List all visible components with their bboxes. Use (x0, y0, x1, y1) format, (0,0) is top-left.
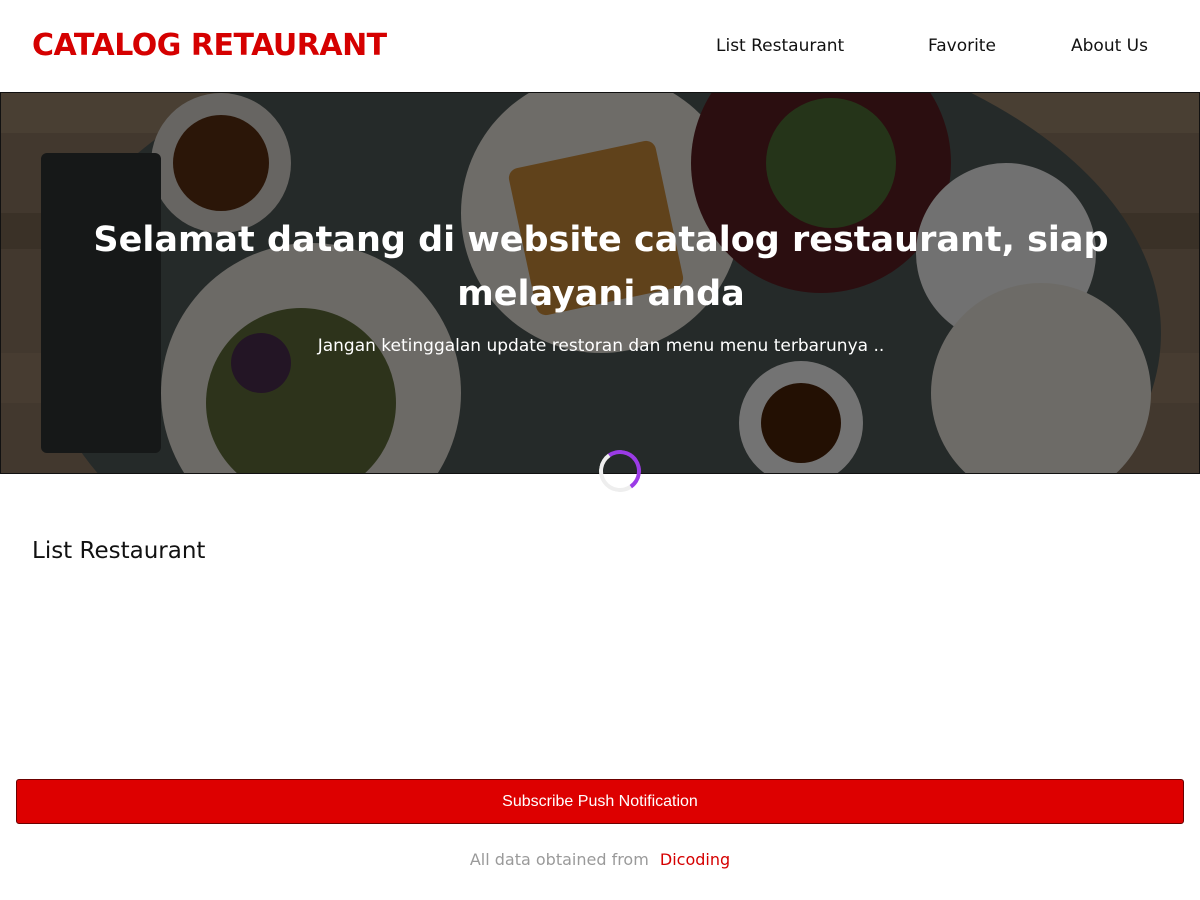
app-header: CATALOG RETAURANT List Restaurant Favori… (0, 0, 1200, 92)
hero-title: Selamat datang di website catalog restau… (93, 220, 1109, 314)
footer-dicoding-link[interactable]: Dicoding (660, 850, 730, 869)
section-title: List Restaurant (32, 538, 206, 564)
nav-favorite[interactable]: Favorite (928, 36, 996, 56)
brand-logo[interactable]: CATALOG RETAURANT (32, 28, 387, 63)
app-footer: All data obtained from Dicoding (0, 850, 1200, 876)
hero-subtitle: Jangan ketinggalan update restoran dan m… (317, 336, 885, 356)
nav-about-us[interactable]: About Us (1071, 36, 1148, 56)
subscribe-push-button[interactable]: Subscribe Push Notification (16, 779, 1184, 824)
restaurant-list (32, 590, 1168, 760)
hero-banner: Selamat datang di website catalog restau… (0, 92, 1200, 474)
nav-list-restaurant[interactable]: List Restaurant (716, 36, 844, 56)
footer-text: All data obtained from (469, 850, 649, 869)
